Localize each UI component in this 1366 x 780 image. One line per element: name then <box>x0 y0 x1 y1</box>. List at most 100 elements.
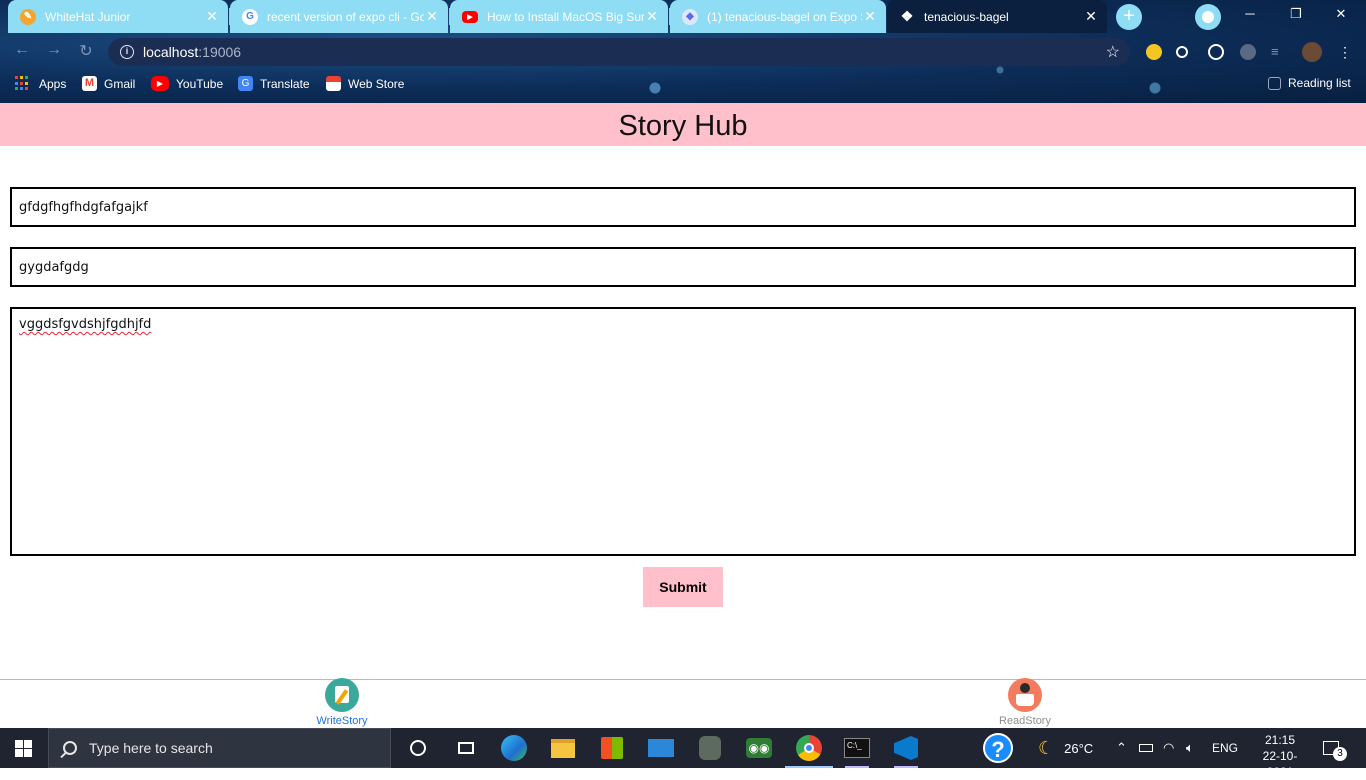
browser-chrome: ✎ WhiteHat Junior ✕ G recent version of … <box>0 0 1366 103</box>
close-icon[interactable]: ✕ <box>424 8 440 25</box>
snack-icon: ❖ <box>900 8 914 24</box>
tripadvisor-icon[interactable]: ◉◉ <box>745 734 773 762</box>
url-host: localhost <box>143 44 199 60</box>
reading-list-button[interactable]: Reading list <box>1268 76 1351 90</box>
story-text-area[interactable]: vggdsfgvdshjfgdhjfd <box>10 307 1356 556</box>
forward-arrow-icon[interactable]: → <box>44 41 64 59</box>
youtube-icon: ▶ <box>462 10 478 23</box>
browser-toolbar: ← → ↻ i localhost:19006 ☆ ≡ ⋮ <box>0 33 1366 69</box>
restore-icon[interactable]: ❐ <box>1286 6 1306 22</box>
story-text-value: vggdsfgvdshjfgdhjfd <box>19 317 152 332</box>
tab-read-story[interactable]: ReadStory <box>975 678 1075 727</box>
bookmark-label: Gmail <box>104 76 136 91</box>
avatar[interactable] <box>1302 42 1322 62</box>
page-title: Story Hub <box>0 103 1366 146</box>
microsoft-store-icon[interactable] <box>598 734 626 762</box>
back-arrow-icon[interactable]: ← <box>12 41 32 59</box>
apps-grid-icon <box>15 76 30 91</box>
author-input[interactable]: gygdafgdg <box>10 247 1356 287</box>
bookmark-label: Translate <box>260 76 310 91</box>
help-icon[interactable]: ? <box>983 728 1013 768</box>
bookmark-apps[interactable]: Apps <box>15 76 66 91</box>
weather-widget[interactable]: ☾ 26°C <box>1038 728 1093 768</box>
bookmark-translate[interactable]: G Translate <box>238 76 310 91</box>
story-title-input[interactable]: gfdgfhgfhdgfafgajkf <box>10 187 1356 227</box>
show-hidden-icons[interactable]: ⌃ <box>1116 728 1127 768</box>
tab-write-story[interactable]: WriteStory <box>292 678 392 727</box>
chevron-up-icon: ⌃ <box>1116 740 1127 755</box>
windows-taskbar: Type here to search ◉◉ C:\_ ? ☾ 26°C ⌃ ◠… <box>0 728 1366 779</box>
address-bar[interactable]: i localhost:19006 ☆ <box>108 38 1130 66</box>
taskbar-search-input[interactable]: Type here to search <box>48 728 391 768</box>
clock-date: 22-10-2021 <box>1262 749 1298 779</box>
reading-person-icon <box>1008 678 1042 712</box>
evernote-icon[interactable] <box>696 734 724 762</box>
site-info-icon[interactable]: i <box>120 45 134 59</box>
bookmark-label: Web Store <box>348 76 405 91</box>
bookmark-youtube[interactable]: ▶ YouTube <box>151 76 223 91</box>
speedometer-extension-icon[interactable] <box>1208 44 1224 60</box>
expo-icon: ◆ <box>682 8 698 25</box>
tab-title: WhiteHat Junior <box>45 9 131 24</box>
file-explorer-icon[interactable] <box>549 734 577 762</box>
battery-icon[interactable] <box>1139 728 1153 768</box>
bookmark-label: YouTube <box>176 76 224 91</box>
task-view-icon[interactable] <box>452 734 480 762</box>
window-close-icon[interactable]: ✕ <box>1331 6 1351 22</box>
language-label: ENG <box>1212 741 1239 755</box>
tab-search-icon[interactable] <box>1195 4 1221 30</box>
close-icon[interactable]: ✕ <box>1083 8 1099 25</box>
close-icon[interactable]: ✕ <box>644 8 660 25</box>
web-store-icon <box>326 76 341 91</box>
windows-start-icon[interactable] <box>15 740 32 757</box>
extension-icon[interactable] <box>1146 44 1162 60</box>
story-title-value: gfdgfhgfhdgfafgajkf <box>19 200 148 215</box>
author-value: gygdafgdg <box>19 260 89 275</box>
media-control-icon[interactable]: ≡ <box>1271 44 1287 60</box>
chrome-icon[interactable] <box>785 734 833 768</box>
reload-icon[interactable]: ↻ <box>76 41 96 61</box>
puzzle-icon[interactable] <box>1240 44 1256 60</box>
tab-title: recent version of expo cli - Go <box>267 9 424 24</box>
language-indicator[interactable]: ENG <box>1212 728 1238 768</box>
tab-title: How to Install MacOS Big Sur <box>487 9 644 24</box>
bookmark-star-icon[interactable]: ☆ <box>1106 42 1120 62</box>
notification-center-icon[interactable]: 3 <box>1323 728 1353 768</box>
bottom-tab-bar: WriteStory ReadStory <box>0 678 1366 728</box>
close-icon[interactable]: ✕ <box>204 8 220 25</box>
terminal-icon[interactable]: C:\_ <box>843 734 871 768</box>
reading-list-icon <box>1268 76 1281 90</box>
tab-strip: ✎ WhiteHat Junior ✕ G recent version of … <box>0 0 1366 33</box>
url-port: :19006 <box>198 44 242 60</box>
tab-macos-video[interactable]: ▶ How to Install MacOS Big Sur ✕ <box>450 0 668 33</box>
bookmark-label: Apps <box>39 76 67 91</box>
tab-expo-snack[interactable]: ◆ (1) tenacious-bagel on Expo S ✕ <box>670 0 886 33</box>
submit-button[interactable]: Submit <box>643 567 723 607</box>
vscode-icon[interactable] <box>892 734 920 768</box>
notification-count-badge: 3 <box>1333 747 1347 761</box>
menu-kebab-icon[interactable]: ⋮ <box>1337 44 1353 60</box>
search-placeholder: Type here to search <box>89 740 213 756</box>
tab-title: tenacious-bagel <box>924 9 1009 24</box>
minimize-icon[interactable]: ─ <box>1240 6 1260 21</box>
new-tab-button[interactable]: + <box>1116 4 1142 30</box>
close-icon[interactable]: ✕ <box>862 8 878 25</box>
mail-icon[interactable] <box>647 734 675 762</box>
system-clock[interactable]: 21:15 22-10-2021 <box>1252 732 1308 780</box>
wifi-icon[interactable]: ◠ <box>1163 728 1174 768</box>
lens-extension-icon[interactable] <box>1176 46 1188 58</box>
clock-time: 21:15 <box>1264 733 1296 747</box>
bookmark-web-store[interactable]: Web Store <box>326 76 404 91</box>
youtube-icon: ▶ <box>151 76 169 91</box>
bookmark-gmail[interactable]: M Gmail <box>82 76 135 91</box>
tab-label: WriteStory <box>316 715 368 727</box>
edge-icon[interactable] <box>500 734 528 762</box>
moon-cloud-icon: ☾ <box>1038 737 1055 758</box>
tab-label: ReadStory <box>999 715 1051 727</box>
volume-icon[interactable]: 🔈︎ <box>1186 728 1194 768</box>
tab-tenacious-bagel[interactable]: ❖ tenacious-bagel ✕ <box>887 0 1107 33</box>
cortana-icon[interactable] <box>404 734 432 762</box>
tab-expo-cli-search[interactable]: G recent version of expo cli - Go ✕ <box>230 0 448 33</box>
gmail-icon: M <box>82 76 97 91</box>
tab-whitehat[interactable]: ✎ WhiteHat Junior ✕ <box>8 0 228 33</box>
